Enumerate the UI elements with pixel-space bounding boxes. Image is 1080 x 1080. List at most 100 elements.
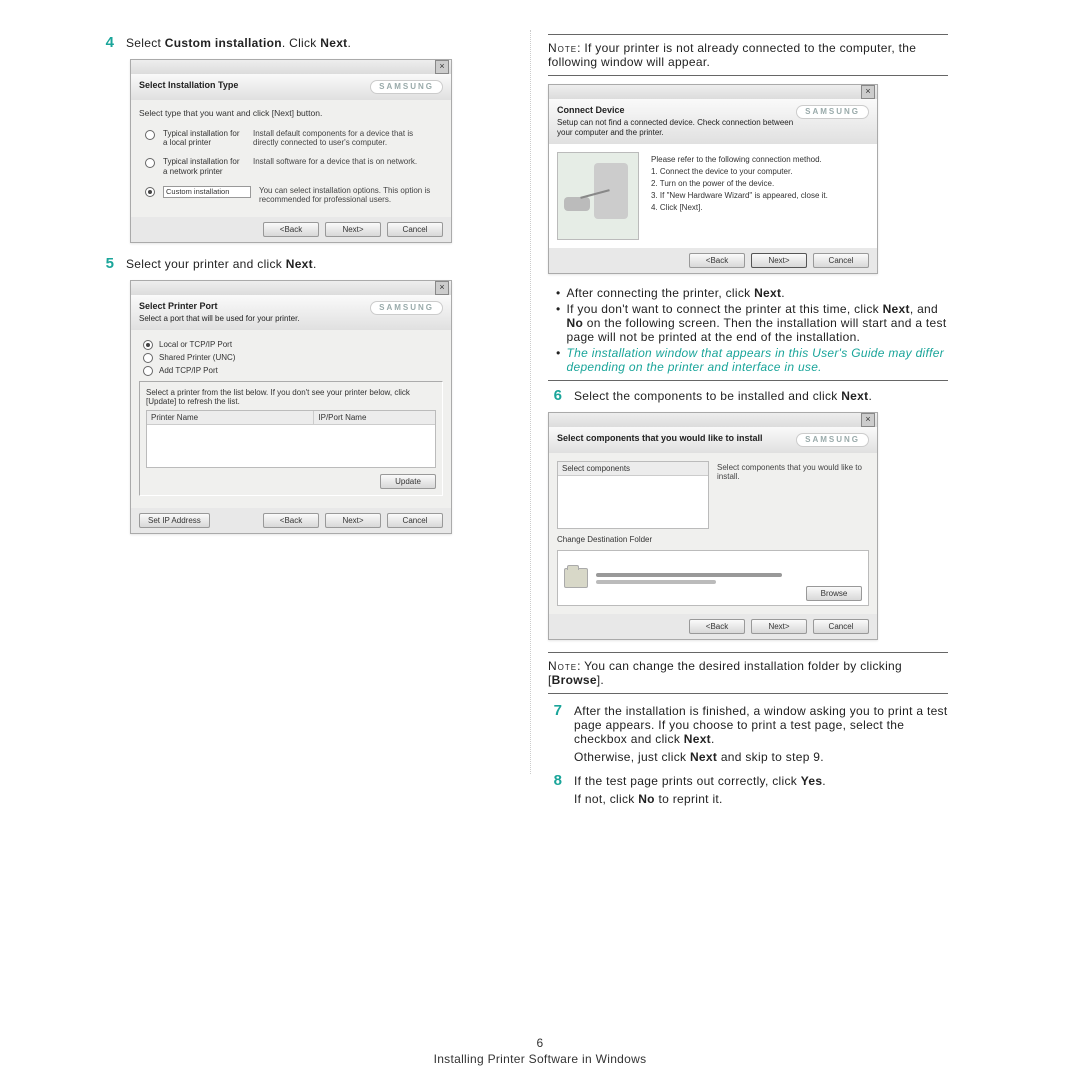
radio-icon: [145, 130, 155, 140]
next-button[interactable]: Next>: [325, 513, 381, 528]
back-button[interactable]: <Back: [263, 513, 319, 528]
step-4: 4 Select Custom installation. Click Next…: [100, 34, 500, 51]
note-text: : You can change the desired installatio…: [548, 659, 902, 687]
step-6: 6 Select the components to be installed …: [548, 387, 948, 404]
dialog-button-bar: <Back Next> Cancel: [549, 248, 877, 273]
list-header: Select components: [558, 462, 708, 476]
option-custom[interactable]: Custom installation You can select insta…: [139, 181, 443, 209]
dialog-button-bar: Set IP Address <Back Next> Cancel: [131, 508, 451, 533]
connect-device-dialog: × Connect Device Setup can not find a co…: [548, 84, 878, 274]
titlebar: ×: [131, 281, 451, 295]
back-button[interactable]: <Back: [689, 619, 745, 634]
col-ip-port: IP/Port Name: [314, 411, 435, 424]
step-4-text: Select Custom installation. Click Next.: [126, 34, 351, 51]
dialog-subtitle: Select a port that will be used for your…: [139, 314, 300, 324]
option-desc: Install software for a device that is on…: [253, 157, 437, 166]
bullet-note-install-window: • The installation window that appears i…: [548, 346, 948, 374]
close-icon[interactable]: ×: [435, 60, 449, 74]
step-number: 8: [548, 772, 562, 806]
dest-folder-header: Change Destination Folder: [557, 535, 869, 544]
brand-logo: SAMSUNG: [370, 301, 443, 315]
radio-icon: [145, 158, 155, 168]
note-label: Note: [548, 659, 577, 673]
back-button[interactable]: <Back: [263, 222, 319, 237]
back-button[interactable]: <Back: [689, 253, 745, 268]
brand-logo: SAMSUNG: [796, 105, 869, 119]
col-printer-name: Printer Name: [147, 411, 314, 424]
note-text: : If your printer is not already connect…: [548, 41, 916, 69]
option-label: Shared Printer (UNC): [159, 353, 235, 362]
brand-logo: SAMSUNG: [796, 433, 869, 447]
folder-icon: [564, 568, 588, 588]
next-button[interactable]: Next>: [751, 619, 807, 634]
install-type-dialog: × Select Installation Type SAMSUNG Selec…: [130, 59, 452, 243]
option-desc: Install default components for a device …: [253, 129, 437, 147]
section-title: Installing Printer Software in Windows: [0, 1052, 1080, 1066]
dialog-body: Select type that you want and click [Nex…: [131, 100, 451, 217]
connection-illustration: [557, 152, 639, 240]
connection-steps: Please refer to the following connection…: [651, 152, 828, 215]
conn-step-4: 4. Click [Next].: [651, 203, 828, 212]
step-6-text: Select the components to be installed an…: [574, 387, 872, 404]
close-icon[interactable]: ×: [861, 413, 875, 427]
option-typical-local[interactable]: Typical installation for a local printer…: [139, 124, 443, 152]
components-list[interactable]: Select components: [557, 461, 709, 529]
bullet-no-connect: • If you don't want to connect the print…: [548, 302, 948, 344]
step-number: 6: [548, 387, 562, 404]
dialog-header: Select components that you would like to…: [549, 427, 877, 453]
step-7-text: After the installation is finished, a wi…: [574, 702, 948, 764]
conn-step-3: 3. If "New Hardware Wizard" is appeared,…: [651, 191, 828, 200]
dialog-subtitle: Setup can not find a connected device. C…: [557, 118, 796, 139]
dialog-body: Select components Select components that…: [549, 453, 877, 614]
close-icon[interactable]: ×: [435, 281, 449, 295]
bullet-icon: •: [556, 302, 561, 344]
note-browse: Note: You can change the desired install…: [548, 652, 948, 694]
radio-icon: [143, 353, 153, 363]
titlebar: ×: [549, 85, 877, 99]
next-button[interactable]: Next>: [751, 253, 807, 268]
destination-folder-box: Browse: [557, 550, 869, 606]
cancel-button[interactable]: Cancel: [387, 513, 443, 528]
note-connect: Note: If your printer is not already con…: [548, 34, 948, 76]
option-label: Local or TCP/IP Port: [159, 340, 232, 349]
dest-path-lines: [596, 573, 862, 584]
step-5: 5 Select your printer and click Next.: [100, 255, 500, 272]
close-icon[interactable]: ×: [861, 85, 875, 99]
step-number: 7: [548, 702, 562, 764]
note-divider: [548, 380, 948, 381]
port-opt-unc[interactable]: Shared Printer (UNC): [139, 351, 443, 364]
printer-list[interactable]: Printer Name IP/Port Name: [146, 410, 436, 468]
select-components-dialog: × Select components that you would like …: [548, 412, 878, 640]
right-column: Note : If your printer is not already con…: [548, 30, 948, 814]
cancel-button[interactable]: Cancel: [813, 253, 869, 268]
radio-icon: [143, 366, 153, 376]
dialog-intro: Select type that you want and click [Nex…: [139, 108, 443, 118]
components-area: Select components Select components that…: [557, 461, 869, 529]
dialog-body: Please refer to the following connection…: [549, 144, 877, 248]
step-8-text: If the test page prints out correctly, c…: [574, 772, 826, 806]
port-opt-local[interactable]: Local or TCP/IP Port: [139, 338, 443, 351]
step-5-text: Select your printer and click Next.: [126, 255, 317, 272]
step-8: 8 If the test page prints out correctly,…: [548, 772, 948, 806]
dialog-header: Connect Device Setup can not find a conn…: [549, 99, 877, 144]
next-button[interactable]: Next>: [325, 222, 381, 237]
bullet-icon: •: [556, 346, 561, 374]
bullet-icon: •: [556, 286, 561, 300]
dialog-button-bar: <Back Next> Cancel: [549, 614, 877, 639]
cancel-button[interactable]: Cancel: [813, 619, 869, 634]
browse-button[interactable]: Browse: [806, 586, 862, 601]
column-divider: [530, 30, 531, 774]
option-typical-network[interactable]: Typical installation for a network print…: [139, 152, 443, 180]
dialog-title: Connect Device: [557, 105, 796, 117]
update-row: Update: [146, 472, 436, 489]
radio-icon: [143, 340, 153, 350]
option-label: Typical installation for a local printer: [163, 129, 245, 147]
option-desc: You can select installation options. Thi…: [259, 186, 437, 204]
set-ip-button[interactable]: Set IP Address: [139, 513, 210, 528]
update-button[interactable]: Update: [380, 474, 436, 489]
conn-intro: Please refer to the following connection…: [651, 155, 828, 164]
dialog-title: Select Printer Port: [139, 301, 300, 313]
port-opt-add[interactable]: Add TCP/IP Port: [139, 364, 443, 377]
dialog-button-bar: <Back Next> Cancel: [131, 217, 451, 242]
cancel-button[interactable]: Cancel: [387, 222, 443, 237]
